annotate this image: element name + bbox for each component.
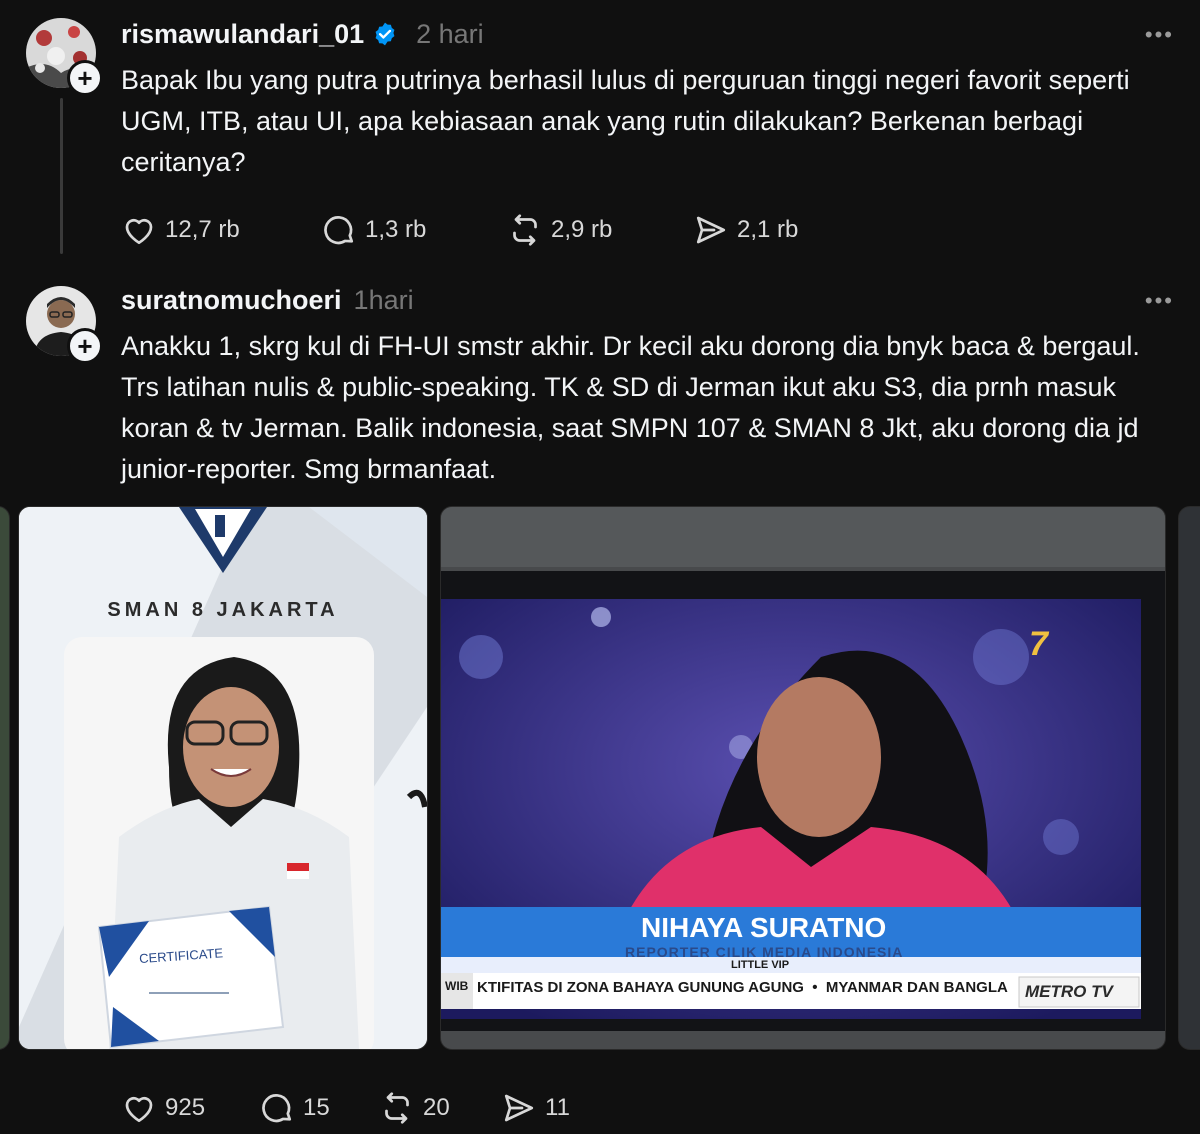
comment-icon <box>324 216 354 245</box>
share-button[interactable]: 11 <box>501 1090 570 1126</box>
more-icon[interactable]: ••• <box>1145 22 1174 48</box>
school-name: SMAN 8 JAKARTA <box>107 599 339 621</box>
username[interactable]: rismawulandari_01 <box>121 19 364 50</box>
post-text: Anakku 1, skrg kul di FH-UI smstr akhir.… <box>121 331 1140 484</box>
heart-icon <box>125 218 153 245</box>
share-icon <box>504 1094 534 1122</box>
comment-icon <box>262 1094 292 1123</box>
share-count: 11 <box>545 1094 570 1121</box>
post-text: Bapak Ibu yang putra putrinya berhasil l… <box>121 65 1130 177</box>
tv-ticker-text: KTIFITAS DI ZONA BAHAYA GUNUNG AGUNG • M… <box>477 979 1008 996</box>
username[interactable]: suratnomuchoeri <box>121 285 342 316</box>
media-image-tv[interactable]: NIHAYA SURATNO REPORTER CILIK MEDIA INDO… <box>440 506 1166 1050</box>
media-carousel[interactable]: SMAN 8 JAKARTA CERTIFICATE NIHAYA SURATN… <box>0 506 1200 1050</box>
follow-plus-icon[interactable]: + <box>67 328 103 364</box>
like-button[interactable]: 12,7 rb <box>121 212 321 248</box>
like-count: 12,7 rb <box>165 216 240 243</box>
certificate-photo <box>19 507 427 1049</box>
post-1: + rismawulandari_01 2 hari ••• Bapak Ibu… <box>0 0 1200 260</box>
repost-icon <box>513 214 537 246</box>
share-icon <box>696 216 726 244</box>
post-header: rismawulandari_01 2 hari <box>121 14 484 54</box>
tv-ticker-label: WIB <box>445 979 469 993</box>
tv-show-caption: LITTLE VIP <box>731 959 790 971</box>
media-image-certificate[interactable]: SMAN 8 JAKARTA CERTIFICATE <box>18 506 428 1050</box>
reply-count: 15 <box>303 1094 330 1121</box>
reply-button[interactable]: 1,3 rb <box>321 212 507 248</box>
heart-icon <box>125 1096 153 1123</box>
post-header: suratnomuchoeri 1hari <box>121 280 414 320</box>
action-bar: 12,7 rb 1,3 rb 2,9 rb 2,1 rb <box>121 210 798 250</box>
carousel-next-image[interactable] <box>1178 506 1200 1050</box>
repost-button[interactable]: 20 <box>379 1090 501 1126</box>
like-count: 925 <box>165 1094 206 1121</box>
reply-count: 1,3 rb <box>365 216 427 243</box>
repost-count: 2,9 rb <box>551 216 613 243</box>
like-button[interactable]: 925 <box>121 1090 259 1126</box>
repost-icon <box>385 1092 409 1124</box>
tv-name-caption: NIHAYA SURATNO <box>641 912 887 943</box>
tv-corner-logo: 7 <box>1029 625 1048 663</box>
action-bar: 925 15 20 11 <box>121 1088 570 1128</box>
follow-plus-icon[interactable]: + <box>67 60 103 96</box>
share-count: 2,1 rb <box>737 216 799 243</box>
more-icon[interactable]: ••• <box>1145 288 1174 314</box>
verified-icon <box>375 22 395 46</box>
repost-button[interactable]: 2,9 rb <box>507 212 693 248</box>
tv-channel-logo: METRO TV <box>1025 982 1113 1001</box>
share-button[interactable]: 2,1 rb <box>693 212 798 248</box>
reply-button[interactable]: 15 <box>259 1090 379 1126</box>
tv-role-caption: REPORTER CILIK MEDIA INDONESIA <box>625 944 904 960</box>
tv-photo <box>441 507 1165 1049</box>
carousel-prev-image[interactable] <box>0 506 10 1050</box>
thread-line <box>60 98 63 254</box>
post-time: 2 hari <box>416 18 484 49</box>
repost-count: 20 <box>423 1094 450 1121</box>
post-time: 1hari <box>353 284 414 315</box>
